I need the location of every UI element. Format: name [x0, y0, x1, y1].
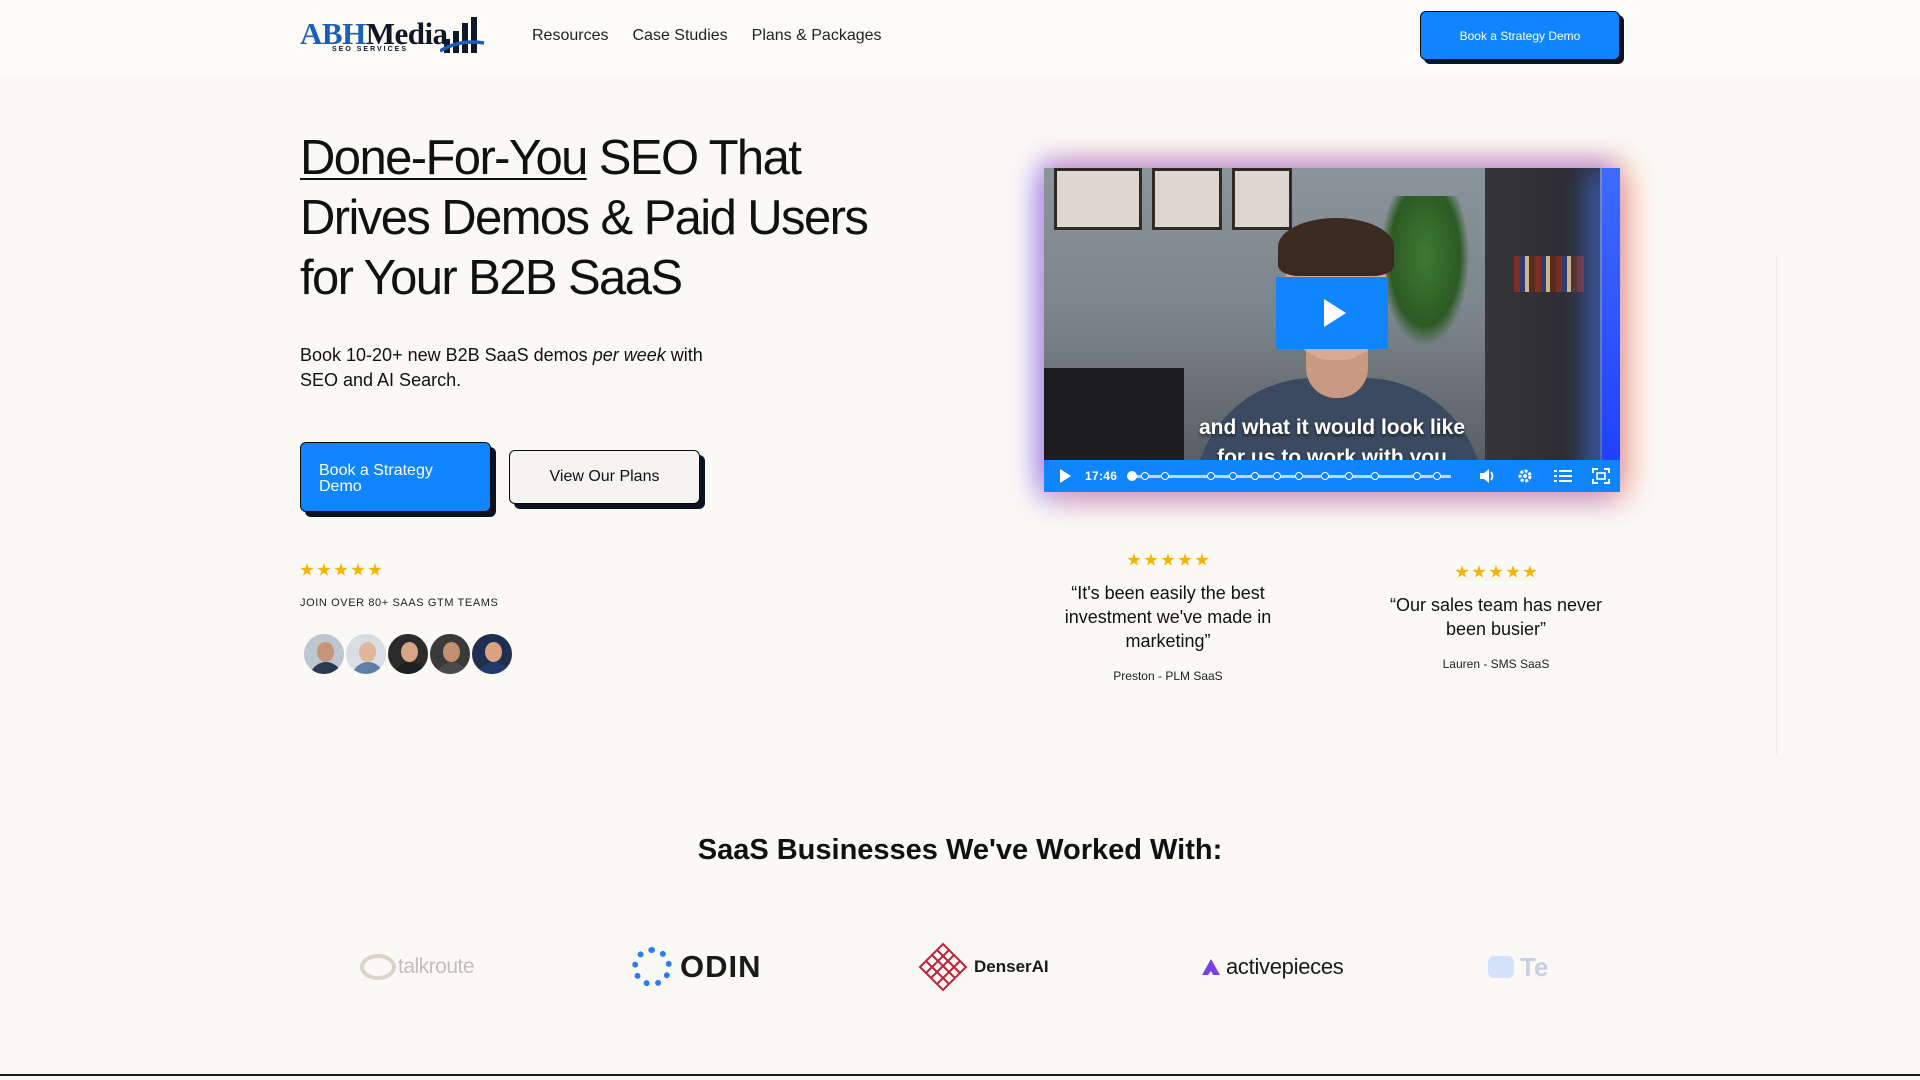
- star-icon: [1127, 553, 1141, 566]
- odin-logo: ODIN: [632, 944, 762, 990]
- star-icon: [368, 563, 382, 576]
- chapter-marker[interactable]: [1345, 471, 1354, 480]
- partial-client-logo: Te: [1488, 944, 1564, 990]
- star-icon: [1455, 565, 1469, 578]
- progress-knob[interactable]: [1127, 470, 1138, 481]
- video-progress-bar[interactable]: [1127, 470, 1452, 481]
- chapter-marker[interactable]: [1371, 471, 1380, 480]
- settings-gear-icon[interactable]: [1516, 468, 1534, 484]
- chapter-marker[interactable]: [1251, 471, 1260, 480]
- chapter-marker[interactable]: [1413, 471, 1422, 480]
- video-caption: and what it would look like: [1198, 416, 1466, 439]
- avatar: [470, 632, 514, 676]
- star-icon: [351, 563, 365, 576]
- chapter-marker[interactable]: [1433, 471, 1442, 480]
- talkroute-logo: talkroute: [360, 944, 475, 990]
- star-icon: [1161, 553, 1175, 566]
- volume-icon[interactable]: [1478, 468, 1496, 484]
- rating-stars: [300, 563, 382, 577]
- testimonial-card: “Our sales team has never been busier” L…: [1376, 565, 1616, 671]
- header-book-demo-button[interactable]: Book a Strategy Demo: [1420, 11, 1620, 60]
- denserai-diamond-icon: [918, 942, 968, 992]
- view-our-plans-button[interactable]: View Our Plans: [509, 450, 700, 504]
- hero-subtitle: Book 10-20+ new B2B SaaS demos per week …: [300, 345, 703, 390]
- denserai-logo: DenserAI: [918, 942, 1049, 992]
- video-controls: 17:46: [1044, 460, 1620, 492]
- wall-frame: [1054, 168, 1142, 230]
- rating-stars: [1376, 565, 1616, 579]
- avatar: [302, 632, 346, 676]
- testimonial-card: “It's been easily the best investment we…: [1048, 553, 1288, 683]
- abh-media-logo[interactable]: ABHMedia SEO SERVICES: [300, 16, 486, 58]
- chapter-marker[interactable]: [1273, 471, 1282, 480]
- activepieces-mark-icon: [1202, 959, 1220, 975]
- nav-resources[interactable]: Resources: [532, 27, 608, 45]
- customer-avatars: [302, 632, 514, 676]
- clients-section-title: SaaS Businesses We've Worked With:: [697, 834, 1223, 866]
- talkroute-mark-icon: [360, 954, 396, 980]
- avatar: [428, 632, 472, 676]
- star-icon: [1506, 565, 1520, 578]
- chapter-marker[interactable]: [1161, 471, 1170, 480]
- book-strategy-demo-button[interactable]: Book a Strategy Demo: [300, 442, 491, 512]
- chat-bubble-icon: [1488, 956, 1514, 978]
- star-icon: [1489, 565, 1503, 578]
- star-icon: [1195, 553, 1209, 566]
- odin-burst-icon: [632, 947, 672, 987]
- chapter-marker[interactable]: [1141, 471, 1150, 480]
- chapter-marker[interactable]: [1295, 471, 1304, 480]
- star-icon: [1144, 553, 1158, 566]
- video-player[interactable]: and what it would look like for us to wo…: [1044, 168, 1620, 492]
- star-icon: [334, 563, 348, 576]
- star-icon: [1472, 565, 1486, 578]
- activepieces-logo: activepieces: [1202, 944, 1344, 990]
- avatar: [344, 632, 388, 676]
- rating-stars: [1048, 553, 1288, 567]
- play-icon: [1324, 299, 1346, 327]
- chapter-marker[interactable]: [1229, 471, 1238, 480]
- social-proof-text: JOIN OVER 80+ SAAS GTM TEAMS: [300, 597, 499, 609]
- chapter-marker[interactable]: [1207, 471, 1216, 480]
- site-header: ABHMedia SEO SERVICES Resources Case Stu…: [0, 0, 1920, 76]
- star-icon: [317, 563, 331, 576]
- hero-title: Done-For-You SEO That Drives Demos & Pai…: [300, 128, 920, 308]
- testimonial-author: Lauren - SMS SaaS: [1442, 657, 1550, 671]
- star-icon: [1178, 553, 1192, 566]
- nav-case-studies[interactable]: Case Studies: [632, 27, 727, 45]
- video-time: 17:46: [1085, 469, 1118, 483]
- fullscreen-icon[interactable]: [1592, 468, 1610, 484]
- wall-frame: [1152, 168, 1222, 230]
- main-nav: Resources Case Studies Plans & Packages: [532, 27, 882, 45]
- play-icon[interactable]: [1060, 469, 1071, 483]
- wall-frame: [1232, 168, 1292, 230]
- bar-chart-logo-icon: [440, 17, 485, 53]
- video-play-button[interactable]: [1276, 277, 1388, 349]
- logo-tagline: SEO SERVICES: [332, 46, 409, 53]
- chapter-marker[interactable]: [1321, 471, 1330, 480]
- testimonial-quote: “It's been easily the best investment we…: [1064, 583, 1272, 651]
- testimonial-author: Preston - PLM SaaS: [1113, 669, 1223, 683]
- chapters-list-icon[interactable]: [1554, 468, 1572, 484]
- star-icon: [300, 563, 314, 576]
- star-icon: [1523, 565, 1537, 578]
- nav-plans-packages[interactable]: Plans & Packages: [752, 27, 882, 45]
- hero-title-underlined: Done-For-You: [300, 131, 588, 185]
- avatar: [386, 632, 430, 676]
- testimonial-quote: “Our sales team has never been busier”: [1389, 595, 1603, 639]
